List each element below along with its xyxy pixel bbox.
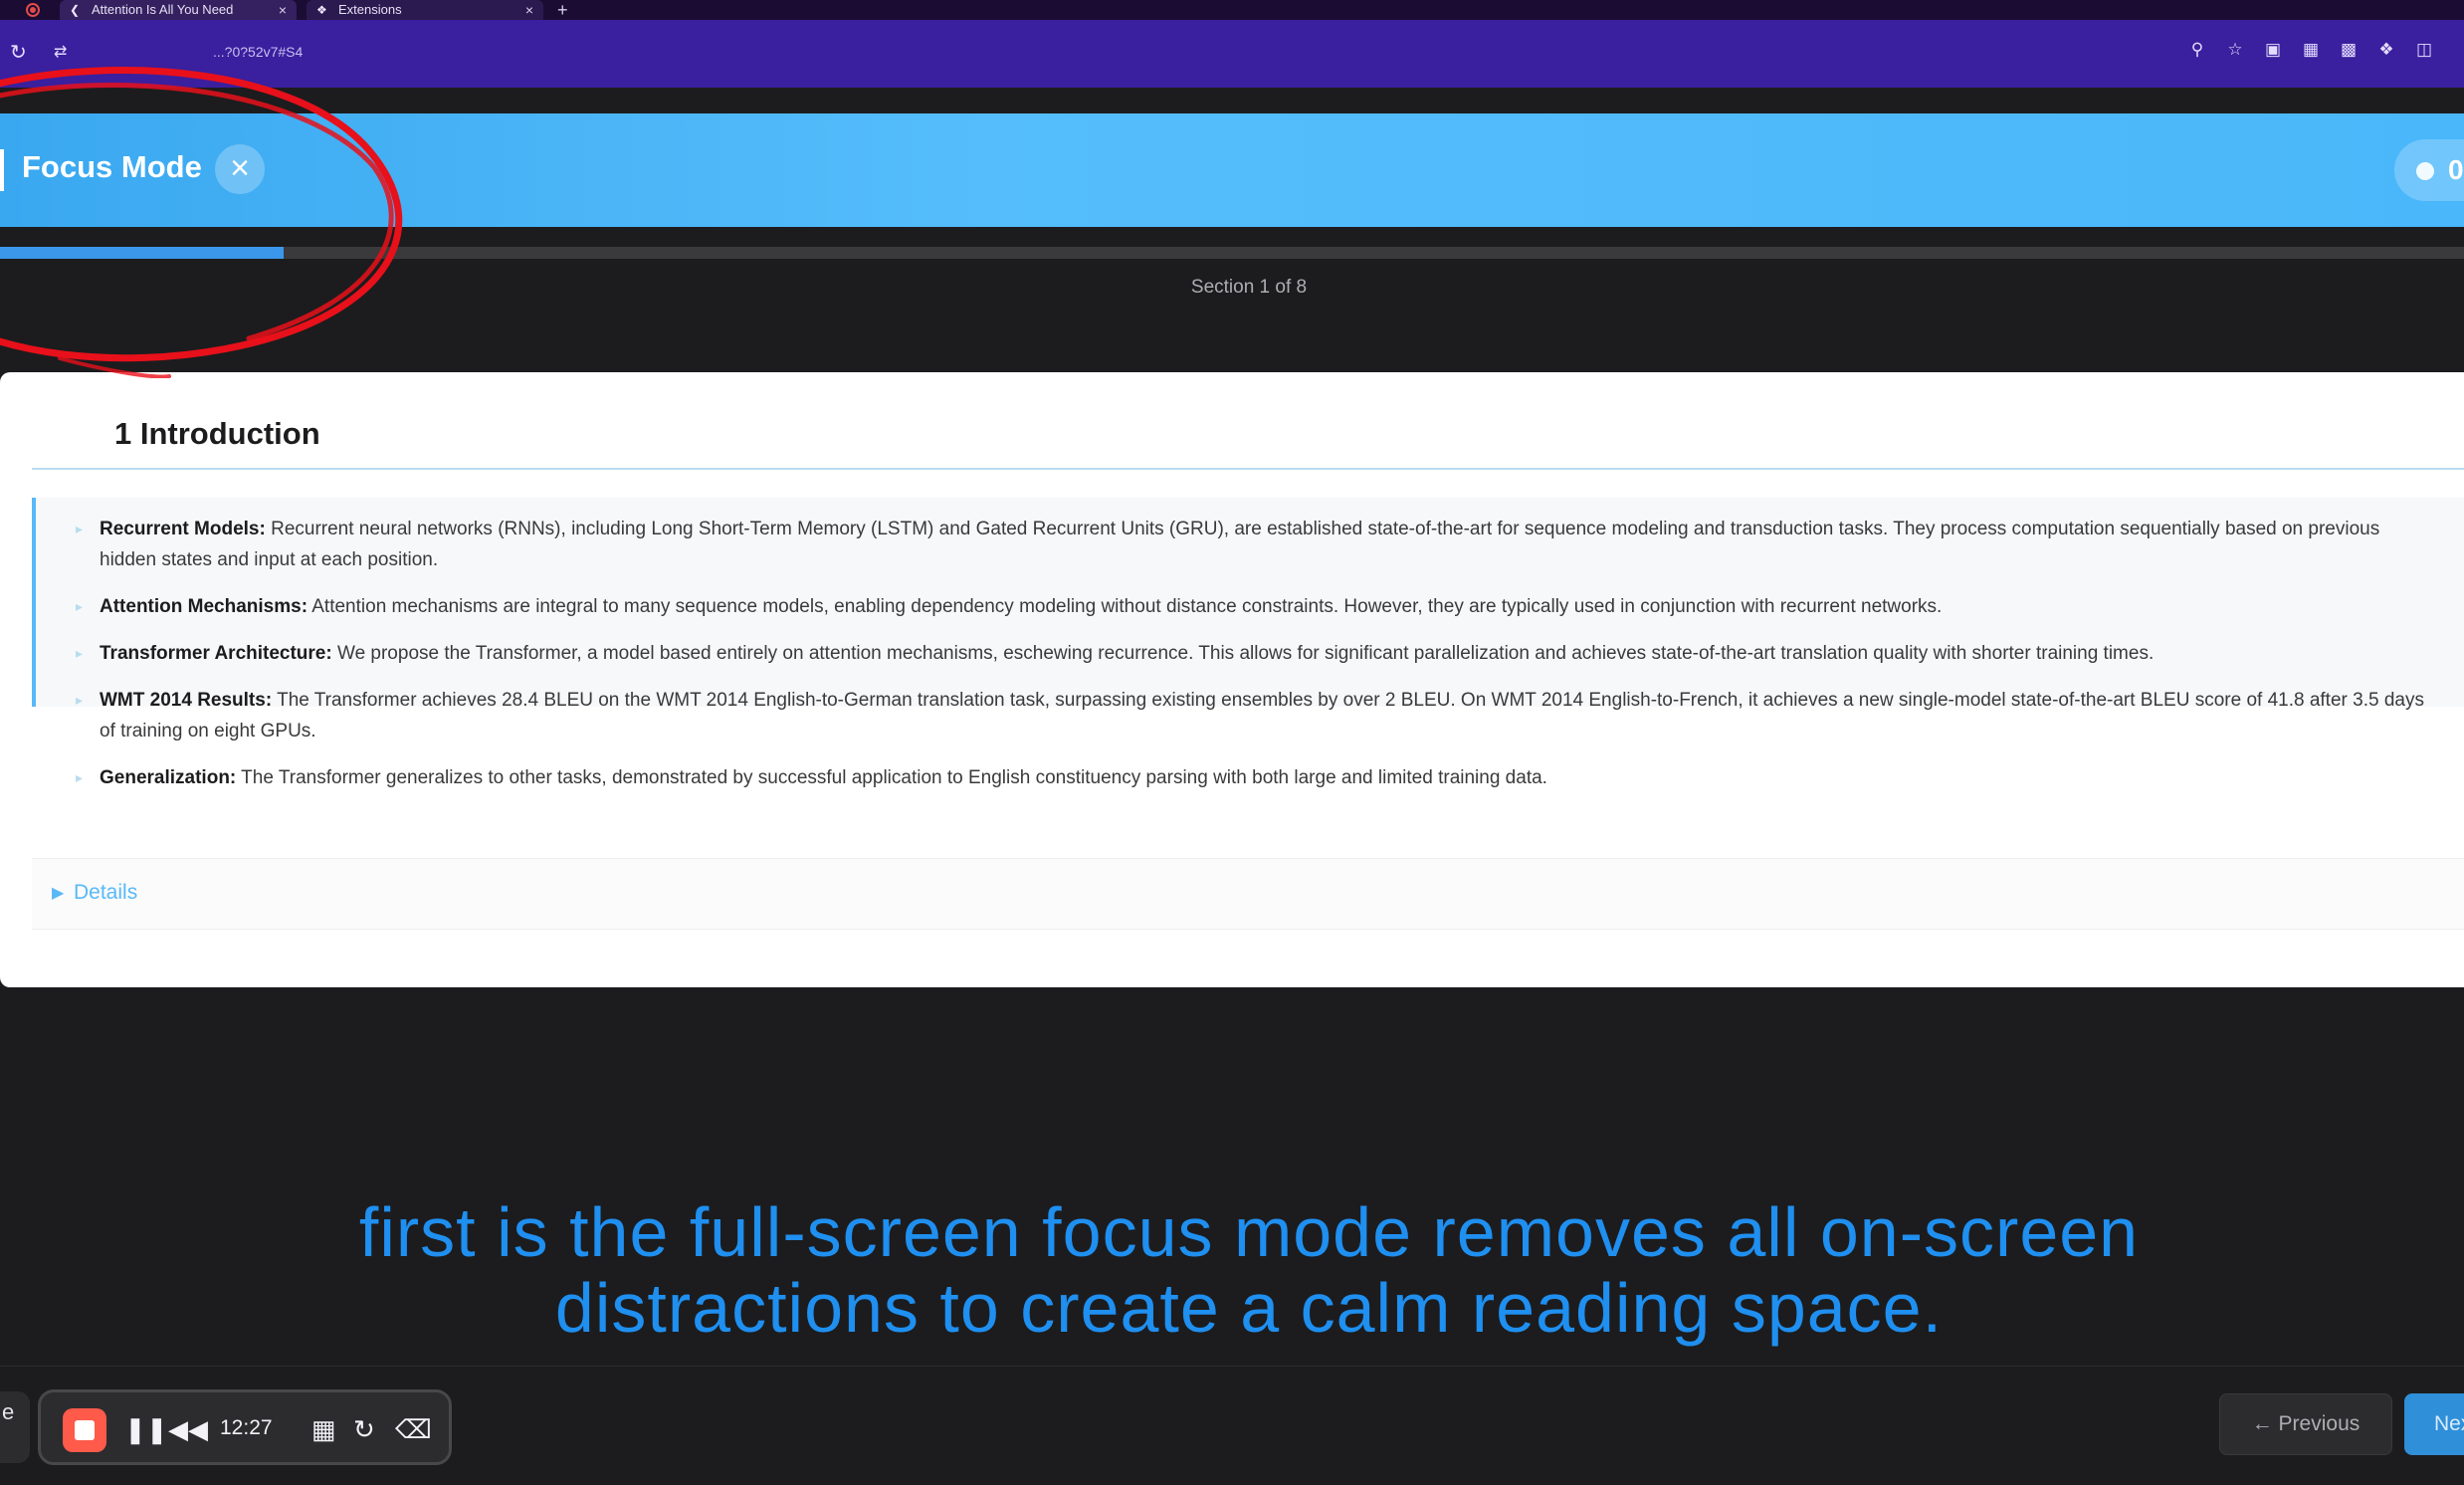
header-accent-bar (0, 149, 4, 191)
tab-title: Extensions (338, 2, 402, 17)
bullet-term: Generalization: (100, 767, 237, 788)
stop-recording-button[interactable] (63, 1408, 106, 1452)
list-item: Recurrent Models: Recurrent neural netwo… (36, 514, 2464, 575)
address-bar: ↻ ⇄ ...?0?52v7#S4 ⚲ ☆ ▣ ▦ ▩ ❖ ◫ (0, 20, 2464, 88)
reload-icon[interactable]: ↻ (10, 40, 27, 65)
tab-title: Attention Is All You Need (92, 2, 234, 17)
extension-icon[interactable]: ▣ (2263, 40, 2283, 64)
details-toggle[interactable]: ▶ Details (32, 858, 2464, 930)
timer-icon (2416, 162, 2434, 180)
reading-progress-fill (0, 247, 284, 259)
video-caption: first is the full-screen focus mode remo… (0, 1194, 2464, 1346)
tab-extensions[interactable]: ❖ Extensions × (307, 0, 543, 20)
bottom-divider (0, 1366, 2464, 1367)
recording-time: 12:27 (220, 1416, 273, 1439)
pause-icon[interactable]: ❚❚ (124, 1411, 168, 1447)
puzzle-icon: ❖ (316, 3, 327, 17)
close-icon[interactable]: × (279, 0, 287, 20)
disclosure-triangle-icon: ▶ (52, 885, 65, 902)
section-title: 1 Introduction (114, 416, 320, 451)
focus-mode-title: Focus Mode (22, 149, 202, 184)
new-tab-button[interactable]: + (557, 0, 568, 20)
focus-mode-header: Focus Mode × 0 (0, 113, 2464, 227)
browser-tab-strip: ❮ Attention Is All You Need × ❖ Extensio… (0, 0, 2464, 20)
details-label: Details (74, 881, 138, 904)
side-panel-icon[interactable]: ◫ (2414, 40, 2434, 64)
translate-icon[interactable]: ▦ (2301, 40, 2321, 64)
caption-line: distractions to create a calm reading sp… (554, 1269, 1944, 1347)
side-tab-label: e (2, 1399, 15, 1424)
section-counter: Section 1 of 8 (1190, 277, 1308, 298)
url-text[interactable]: ...?0?52v7#S4 (213, 44, 303, 60)
close-icon: × (230, 149, 250, 187)
reading-progress-bar (0, 247, 2464, 259)
recording-indicator-icon (26, 3, 40, 17)
bullet-term: Recurrent Models: (100, 519, 266, 539)
list-item: Transformer Architecture: We propose the… (36, 638, 2464, 669)
extension-icon[interactable]: ▩ (2339, 40, 2359, 64)
bullet-term: Attention Mechanisms: (100, 596, 308, 617)
caption-line: first is the full-screen focus mode remo… (358, 1193, 2140, 1271)
previous-section-button[interactable]: ← Previous (2219, 1393, 2392, 1455)
restart-icon[interactable]: ↻ (353, 1411, 375, 1447)
bullet-text: We propose the Transformer, a model base… (331, 643, 2155, 664)
bullet-text: The Transformer achieves 28.4 BLEU on th… (100, 690, 2424, 742)
bullet-text: The Transformer generalizes to other tas… (236, 767, 1547, 788)
zoom-icon[interactable]: ⚲ (2187, 40, 2207, 64)
puzzle-icon[interactable]: ❖ (2376, 40, 2396, 64)
timer-value: 0 (2448, 154, 2464, 185)
bookmark-star-icon[interactable]: ☆ (2225, 40, 2245, 64)
bullet-term: Transformer Architecture: (100, 643, 332, 664)
summary-list: Recurrent Models: Recurrent neural netwo… (36, 498, 2464, 793)
screen-recorder-controls: ❚❚ ◀◀ 12:27 ▦ ↻ ⌫ (38, 1389, 452, 1465)
bullet-term: WMT 2014 Results: (100, 690, 273, 711)
recorder-side-tab[interactable]: e (0, 1391, 30, 1463)
close-focus-mode-button[interactable]: × (215, 144, 265, 194)
toolbar-icons: ⚲ ☆ ▣ ▦ ▩ ❖ ◫ (2187, 40, 2434, 64)
timer-pill[interactable]: 0 (2394, 139, 2464, 201)
grid-icon[interactable]: ▦ (311, 1411, 336, 1447)
tab-attention-paper[interactable]: ❮ Attention Is All You Need × (60, 0, 297, 20)
next-section-button[interactable]: Next (2404, 1393, 2464, 1455)
list-item: Attention Mechanisms: Attention mechanis… (36, 591, 2464, 622)
title-divider (32, 468, 2464, 470)
summary-box: Recurrent Models: Recurrent neural netwo… (32, 498, 2464, 793)
rewind-icon[interactable]: ◀◀ (168, 1411, 208, 1447)
bullet-text: Attention mechanisms are integral to man… (308, 596, 1943, 617)
close-icon[interactable]: × (525, 0, 533, 20)
page-icon: ❮ (70, 3, 81, 17)
section-card: 1 Introduction Recurrent Models: Recurre… (0, 372, 2464, 987)
list-item: Generalization: The Transformer generali… (36, 762, 2464, 793)
trash-icon[interactable]: ⌫ (395, 1411, 432, 1447)
list-item: WMT 2014 Results: The Transformer achiev… (36, 685, 2464, 746)
site-controls-icon[interactable]: ⇄ (54, 42, 67, 62)
bullet-text: Recurrent neural networks (RNNs), includ… (100, 519, 2380, 570)
